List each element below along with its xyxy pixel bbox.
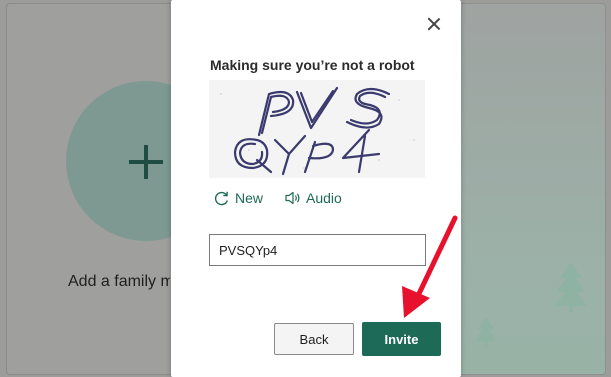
dialog-title: Making sure you’re not a robot bbox=[210, 57, 415, 73]
tree-icon bbox=[476, 317, 496, 347]
audio-label: Audio bbox=[306, 190, 342, 206]
captcha-graphic bbox=[209, 80, 425, 178]
close-icon[interactable] bbox=[424, 14, 444, 34]
refresh-icon bbox=[214, 191, 228, 205]
plus-icon bbox=[129, 145, 163, 179]
background-illustration bbox=[445, 4, 605, 374]
add-family-member-label: Add a family m bbox=[68, 273, 170, 290]
invite-button[interactable]: Invite bbox=[362, 322, 441, 356]
new-label: New bbox=[235, 190, 264, 206]
speaker-icon bbox=[285, 191, 300, 205]
captcha-image bbox=[209, 80, 425, 178]
audio-captcha-button[interactable]: Audio bbox=[284, 188, 342, 208]
new-captcha-button[interactable]: New bbox=[213, 188, 263, 208]
back-button[interactable]: Back bbox=[274, 323, 354, 355]
background-card-right bbox=[444, 3, 606, 375]
tree-icon bbox=[555, 262, 587, 312]
captcha-input[interactable] bbox=[209, 234, 426, 266]
